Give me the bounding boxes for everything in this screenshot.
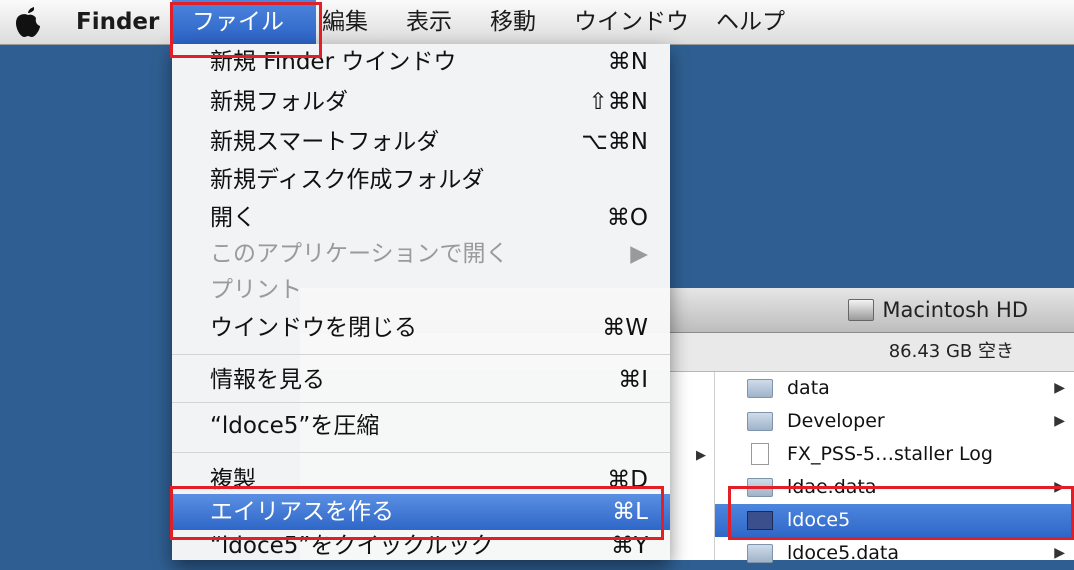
menu-item-get-info[interactable]: 情報を見る ⌘I <box>172 362 670 398</box>
menu-bar: Finder ファイル 編集 表示 移動 ウインドウ ヘルプ <box>0 0 1074 45</box>
menu-item-open[interactable]: 開く ⌘O <box>172 200 670 236</box>
shortcut-label: ⌘O <box>606 205 648 231</box>
free-space-label: 86.43 GB 空き <box>888 341 1014 362</box>
chevron-right-icon: ▶ <box>1054 413 1065 429</box>
menu-item-duplicate[interactable]: 複製 ⌘D <box>172 462 670 498</box>
menu-item-new-finder-window[interactable]: 新規 Finder ウインドウ ⌘N <box>172 44 670 80</box>
chevron-right-icon: ▶ <box>1054 545 1065 561</box>
menu-finder[interactable]: Finder <box>76 0 159 44</box>
shortcut-label: ⌘W <box>602 315 648 341</box>
menu-file[interactable]: ファイル <box>172 0 316 44</box>
chevron-right-icon: ▶ <box>1054 380 1065 396</box>
folder-icon <box>747 478 773 497</box>
column-view-right[interactable]: data ▶ Developer ▶ FX_PSS-5…staller Log … <box>714 372 1074 564</box>
menu-item-print[interactable]: プリント <box>172 272 670 308</box>
file-row-ldoce5[interactable]: ldoce5 <box>715 504 1074 537</box>
menu-item-open-with[interactable]: このアプリケーションで開く ▶ <box>172 236 670 272</box>
menu-view[interactable]: 表示 <box>406 0 452 44</box>
column-view-middle[interactable]: ▶ <box>670 372 714 560</box>
app-icon <box>747 511 773 530</box>
folder-icon <box>747 379 773 398</box>
menu-go[interactable]: 移動 <box>490 0 536 44</box>
menu-item-make-alias[interactable]: エイリアスを作る ⌘L <box>172 494 670 530</box>
shortcut-label: ⌘D <box>607 467 648 493</box>
window-title: Macintosh HD <box>848 288 1028 332</box>
menu-separator <box>172 452 670 453</box>
menu-separator <box>172 354 670 355</box>
menu-item-new-folder[interactable]: 新規フォルダ ⇧⌘N <box>172 84 670 120</box>
menu-help[interactable]: ヘルプ <box>716 0 785 44</box>
shortcut-label: ⌘L <box>612 499 648 525</box>
menu-edit[interactable]: 編集 <box>322 0 368 44</box>
file-row-developer[interactable]: Developer ▶ <box>715 405 1074 438</box>
menu-item-quick-look[interactable]: “ldoce5”をクイックルック ⌘Y <box>172 528 670 564</box>
chevron-right-icon: ▶ <box>696 448 706 463</box>
menu-item-close-window[interactable]: ウインドウを閉じる ⌘W <box>172 310 670 346</box>
apple-icon[interactable] <box>10 6 46 38</box>
file-row-ldae-data[interactable]: ldae.data ▶ <box>715 471 1074 504</box>
hard-disk-icon <box>848 299 875 321</box>
file-row-ldoce5-data[interactable]: ldoce5.data ▶ <box>715 537 1074 570</box>
folder-icon <box>747 412 773 431</box>
shortcut-label: ⌘I <box>618 367 648 393</box>
document-icon <box>751 443 769 465</box>
file-row-installer-log[interactable]: FX_PSS-5…staller Log <box>715 438 1074 471</box>
shortcut-label: ⇧⌘N <box>588 89 648 115</box>
submenu-arrow-icon: ▶ <box>630 241 648 267</box>
menu-item-new-smart-folder[interactable]: 新規スマートフォルダ ⌥⌘N <box>172 124 670 160</box>
menu-item-compress[interactable]: “ldoce5”を圧縮 <box>172 408 670 444</box>
shortcut-label: ⌘N <box>607 49 648 75</box>
shortcut-label: ⌥⌘N <box>581 129 648 155</box>
menu-window[interactable]: ウインドウ <box>574 0 689 44</box>
menu-separator <box>172 402 670 403</box>
file-row-data[interactable]: data ▶ <box>715 372 1074 405</box>
chevron-right-icon: ▶ <box>1054 479 1065 495</box>
file-menu-dropdown: 新規 Finder ウインドウ ⌘N 新規フォルダ ⇧⌘N 新規スマートフォルダ… <box>172 44 670 560</box>
menu-item-new-burn-folder[interactable]: 新規ディスク作成フォルダ <box>172 162 670 198</box>
folder-icon <box>747 544 773 563</box>
shortcut-label: ⌘Y <box>610 533 648 559</box>
